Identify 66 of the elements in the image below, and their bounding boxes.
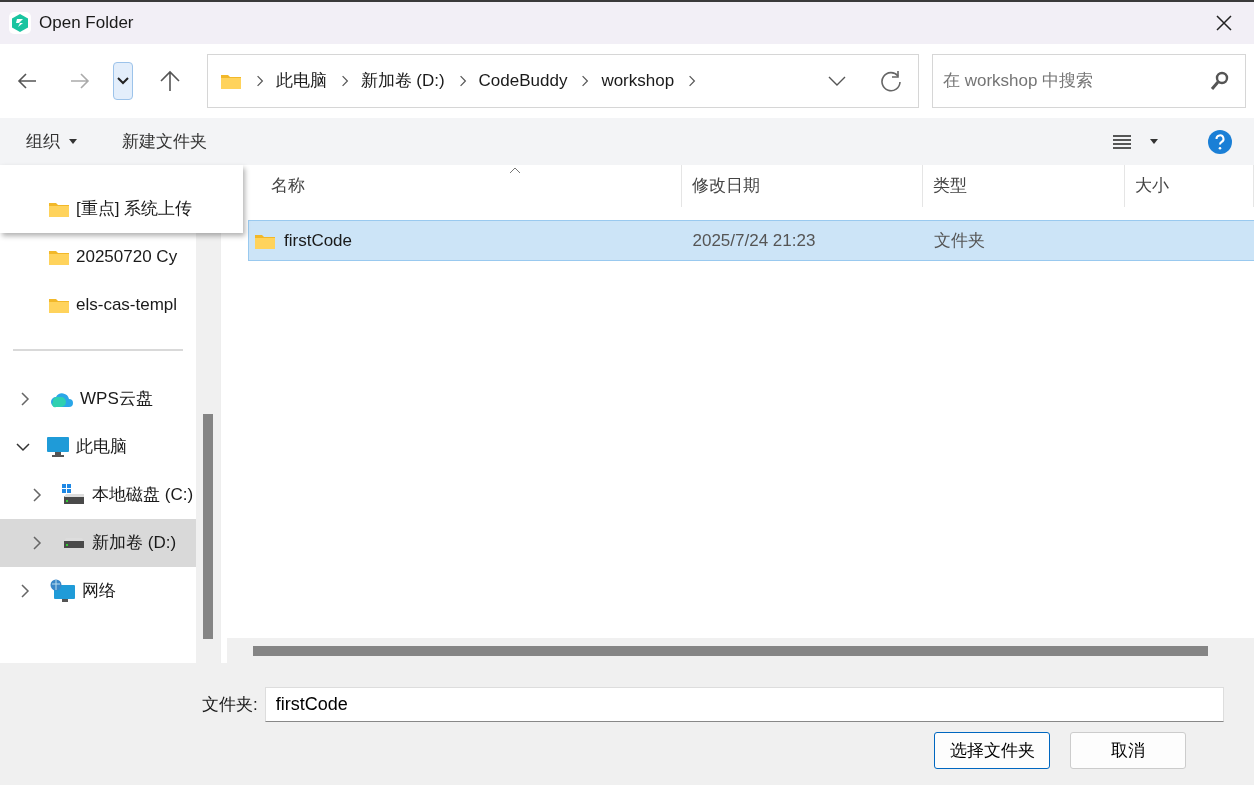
arrow-right-icon (70, 72, 90, 90)
drive-icon (62, 484, 86, 506)
breadcrumb-item[interactable]: 新加卷 (D:) (360, 68, 445, 94)
cloud-icon (50, 390, 74, 408)
column-header[interactable]: 修改日期 (681, 165, 924, 207)
back-button[interactable] (17, 72, 37, 90)
chevron-down-icon[interactable] (827, 76, 846, 86)
scrollbar-thumb[interactable] (203, 414, 213, 639)
sidebar-item[interactable]: 20250720 Cy (0, 233, 196, 281)
arrow-up-icon (159, 70, 181, 92)
cancel-button[interactable]: 取消 (1070, 732, 1186, 769)
up-button[interactable] (159, 70, 181, 92)
folder-icon (48, 296, 70, 314)
sidebar-item[interactable]: 此电脑 (0, 423, 196, 471)
sidebar-item[interactable]: els-cas-templ (0, 281, 196, 329)
caret-down-icon (68, 139, 77, 144)
arrow-left-icon (17, 72, 37, 90)
caret-down-icon[interactable] (1150, 139, 1158, 144)
refresh-icon[interactable] (879, 70, 902, 92)
column-header[interactable]: 大小 (1124, 165, 1254, 207)
column-header[interactable]: 名称 (261, 165, 682, 207)
chevron-right-icon[interactable] (688, 74, 697, 88)
folder-icon (48, 248, 70, 266)
chevron-right-icon[interactable] (32, 536, 42, 550)
sidebar-item[interactable]: 网络 (0, 567, 196, 615)
window-title: Open Folder (39, 12, 134, 35)
address-bar[interactable]: 此电脑 新加卷 (D:) CodeBuddy workshop (206, 54, 919, 108)
sidebar-item[interactable]: 新加卷 (D:) (0, 519, 196, 567)
breadcrumb-item[interactable]: workshop (601, 68, 675, 94)
file-row[interactable]: firstCode 2025/7/24 21:23 文件夹 (248, 220, 1254, 261)
organize-button[interactable]: 组织 (26, 128, 77, 155)
chevron-right-icon[interactable] (581, 74, 590, 88)
field-label: 文件夹: (202, 693, 258, 716)
folder-icon (48, 200, 70, 218)
chevron-right-icon[interactable] (458, 74, 467, 88)
table-cell-text: 2025/7/24 21:23 (691, 229, 817, 252)
breadcrumb-item[interactable]: 此电脑 (275, 68, 327, 94)
sidebar-item[interactable]: 本地磁盘 (C:) (0, 471, 196, 519)
select-folder-button[interactable]: 选择文件夹 (934, 732, 1050, 769)
folder-icon (219, 72, 242, 90)
chevron-down-icon (117, 77, 129, 85)
chevron-right-icon[interactable] (255, 74, 264, 88)
table-cell-text: 文件夹 (932, 229, 986, 252)
new-folder-button[interactable]: 新建文件夹 (121, 128, 207, 155)
view-list-icon[interactable] (1112, 133, 1132, 150)
search-input[interactable]: 在 workshop 中搜索 (941, 67, 1210, 95)
help-icon[interactable] (1208, 129, 1232, 154)
network-icon (50, 579, 76, 603)
app-logo-icon (8, 12, 31, 34)
monitor-icon (46, 436, 70, 458)
folder-name-field[interactable]: firstCode (264, 687, 1224, 722)
sidebar-item[interactable]: [重点] 系统上传 (0, 165, 243, 233)
chevron-right-icon[interactable] (20, 392, 30, 406)
chevron-right-icon[interactable] (32, 488, 42, 502)
chevron-down-icon[interactable] (16, 442, 30, 452)
close-icon[interactable] (1215, 15, 1232, 31)
column-header[interactable]: 类型 (923, 165, 1125, 207)
breadcrumb-item[interactable]: CodeBuddy (478, 68, 568, 94)
file-name: firstCode (284, 229, 353, 252)
search-icon[interactable] (1210, 71, 1230, 91)
chevron-right-icon[interactable] (20, 584, 30, 598)
sidebar-item[interactable]: WPS云盘 (0, 375, 196, 423)
recent-locations-button[interactable] (113, 62, 133, 100)
scrollbar-thumb[interactable] (253, 645, 1208, 656)
search-field[interactable]: 在 workshop 中搜索 (931, 54, 1246, 108)
chevron-right-icon[interactable] (340, 74, 349, 88)
